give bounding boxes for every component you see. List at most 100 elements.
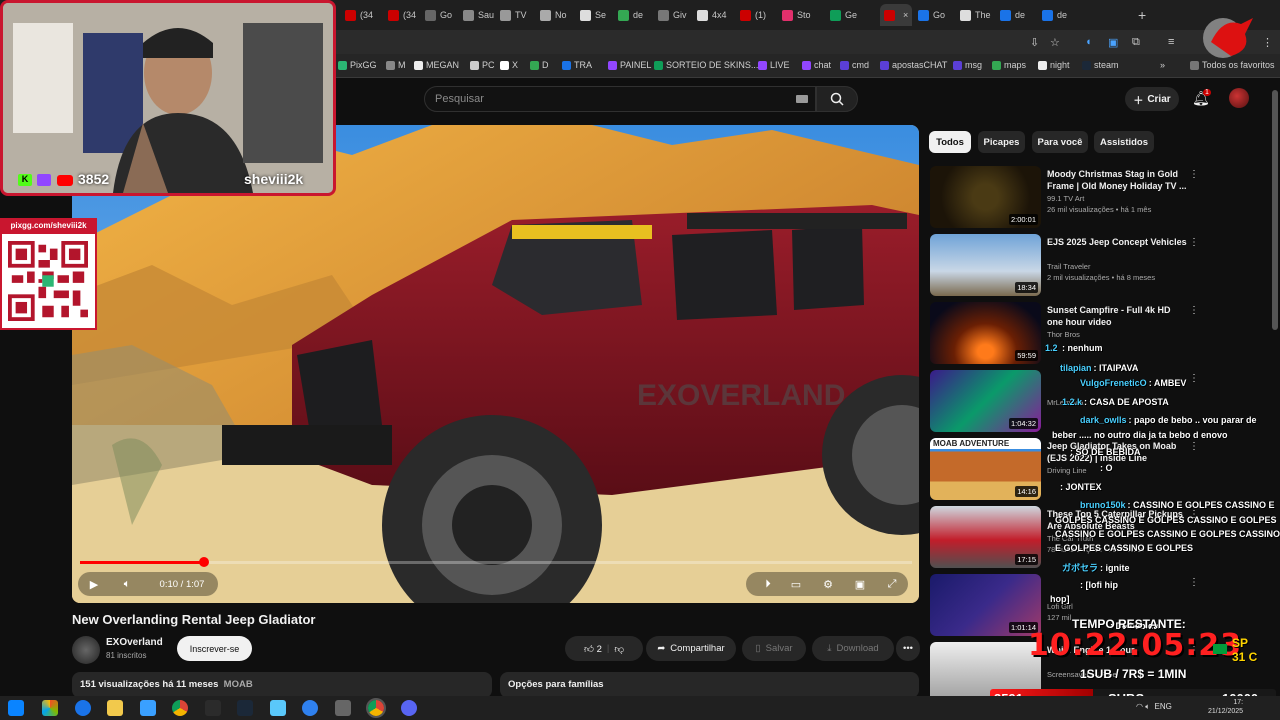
notepad-icon[interactable] bbox=[270, 700, 286, 716]
account-avatar[interactable] bbox=[1229, 88, 1249, 108]
browser-menu-icon[interactable]: ⋮ bbox=[1262, 36, 1273, 49]
browser-tab[interactable]: Ge bbox=[830, 4, 857, 26]
start-icon[interactable] bbox=[8, 700, 24, 716]
bookmark-star-icon[interactable]: ☆ bbox=[1050, 36, 1060, 49]
browser-tab[interactable]: (1) bbox=[740, 4, 766, 26]
chrome-icon[interactable] bbox=[172, 700, 188, 716]
browser-tab[interactable]: de bbox=[1000, 4, 1025, 26]
browser-tab[interactable]: No bbox=[540, 4, 567, 26]
recommendation-item[interactable]: 18:34 EJS 2025 Jeep Concept Vehicles Trail… bbox=[930, 234, 1270, 296]
recommendation-thumbnail[interactable]: 18:34 bbox=[930, 234, 1041, 296]
description-box[interactable]: 151 visualizações há 11 meses MOAB bbox=[72, 672, 492, 698]
browser-tab[interactable]: de bbox=[1042, 4, 1067, 26]
browser-tab[interactable]: Se bbox=[580, 4, 606, 26]
more-options-icon[interactable]: ⋮ bbox=[1189, 237, 1199, 248]
browser-tab[interactable]: de bbox=[618, 4, 643, 26]
extension-icon-2[interactable]: ▣ bbox=[1108, 36, 1118, 49]
bookmark-item[interactable]: LIVE bbox=[758, 60, 790, 70]
recommendation-thumbnail[interactable]: 1:01:14 bbox=[930, 574, 1041, 636]
create-button[interactable]: ＋ Criar bbox=[1125, 87, 1179, 111]
extensions-puzzle-icon[interactable]: ⧉ bbox=[1132, 36, 1140, 49]
dislike-icon[interactable]: 👎︎ bbox=[614, 643, 624, 655]
bookmark-item[interactable]: MEGAN bbox=[414, 60, 459, 70]
browser-tab[interactable]: The bbox=[960, 4, 991, 26]
browser-tab[interactable]: Go bbox=[425, 4, 452, 26]
bookmark-item[interactable]: X bbox=[500, 60, 518, 70]
browser-tab[interactable]: 4x4 bbox=[697, 4, 727, 26]
share-button[interactable]: ➦ Compartilhar bbox=[646, 636, 736, 661]
recommendation-thumbnail[interactable]: 2:00:01 bbox=[930, 166, 1041, 228]
chrome-active-icon[interactable] bbox=[366, 698, 386, 718]
settings-gear-icon[interactable]: ⚙ bbox=[818, 573, 838, 595]
more-actions-button[interactable]: ••• bbox=[896, 636, 920, 661]
recommendation-item[interactable]: 2:00:01 Moody Christmas Stag in Gold Fram… bbox=[930, 166, 1270, 228]
recommendation-thumbnail[interactable]: 17:15 bbox=[930, 506, 1041, 568]
bookmark-item[interactable]: SORTEIO DE SKINS... bbox=[654, 60, 758, 70]
browser-tab[interactable]: (34 bbox=[388, 4, 416, 26]
browser-tab[interactable]: × bbox=[880, 4, 913, 26]
browser-tab[interactable]: Giv bbox=[658, 4, 687, 26]
subscribe-button[interactable]: Inscrever-se bbox=[177, 636, 252, 661]
bookmark-item[interactable]: TRA bbox=[562, 60, 592, 70]
search-input[interactable]: Pesquisar bbox=[424, 86, 816, 112]
recommendation-thumbnail[interactable]: 1:04:32 bbox=[930, 370, 1041, 432]
bookmark-item[interactable]: PAINEL bbox=[608, 60, 651, 70]
copilot-icon[interactable] bbox=[42, 700, 58, 716]
autoplay-icon[interactable]: ⏵ bbox=[758, 573, 778, 595]
edge-icon[interactable] bbox=[75, 700, 91, 716]
chip-picapes[interactable]: Picapes bbox=[978, 131, 1025, 153]
bookmark-item[interactable]: chat bbox=[802, 60, 831, 70]
more-options-icon[interactable]: ⋮ bbox=[1189, 169, 1199, 180]
recommendation-thumbnail[interactable]: MOAB ADVENTURE 14:16 bbox=[930, 438, 1041, 500]
bookmark-item[interactable]: maps bbox=[992, 60, 1026, 70]
sidebar-scrollbar[interactable] bbox=[1272, 90, 1278, 330]
recommendation-thumbnail[interactable]: 59:59 bbox=[930, 302, 1041, 364]
new-tab-button[interactable]: + bbox=[1138, 4, 1146, 26]
keyboard-icon[interactable] bbox=[796, 95, 808, 103]
bookmark-item[interactable]: cmd bbox=[840, 60, 869, 70]
more-options-icon[interactable]: ⋮ bbox=[1189, 305, 1199, 316]
bookmark-item[interactable]: night bbox=[1038, 60, 1070, 70]
progress-scrubber[interactable] bbox=[199, 557, 209, 567]
bookmark-item[interactable]: steam bbox=[1082, 60, 1119, 70]
browser-tab[interactable]: TV bbox=[500, 4, 527, 26]
family-options-box[interactable]: Opções para famílias bbox=[500, 672, 919, 698]
bookmark-item[interactable]: M bbox=[386, 60, 406, 70]
video-player[interactable]: EXOVERLAND bbox=[72, 125, 919, 603]
volume-icon[interactable]: 🔈︎ bbox=[116, 573, 138, 595]
chip-para-voce[interactable]: Para você bbox=[1032, 131, 1088, 153]
browser-tab[interactable]: (34 bbox=[345, 4, 373, 26]
save-button[interactable]: ▯ Salvar bbox=[742, 636, 806, 661]
bookmark-item[interactable]: msg bbox=[953, 60, 982, 70]
file-explorer-icon[interactable] bbox=[107, 700, 123, 716]
like-button[interactable]: 👍︎ 2 bbox=[584, 643, 602, 655]
search-button[interactable] bbox=[816, 86, 858, 112]
chip-todos[interactable]: Todos bbox=[929, 131, 971, 153]
video-tag[interactable]: MOAB bbox=[224, 679, 253, 690]
miniplayer-icon[interactable]: ▣ bbox=[850, 573, 870, 595]
system-tray[interactable]: ◠ 🔈︎ ENG bbox=[1136, 702, 1172, 712]
browser-tab[interactable]: Go bbox=[918, 4, 945, 26]
bookmarks-more-button[interactable]: » bbox=[1160, 60, 1165, 70]
app-icon-1[interactable] bbox=[205, 700, 221, 716]
close-tab-icon[interactable]: × bbox=[903, 10, 908, 20]
fullscreen-icon[interactable]: ⤢ bbox=[882, 573, 902, 595]
media-icon[interactable]: ≡ bbox=[1168, 36, 1174, 48]
channel-name[interactable]: EXOverland bbox=[106, 637, 163, 648]
browser-tab[interactable]: Sto bbox=[782, 4, 811, 26]
bookmark-item[interactable]: D bbox=[530, 60, 549, 70]
taskbar-clock[interactable]: 17: 21/12/2025 bbox=[1208, 698, 1243, 716]
chip-assistidos[interactable]: Assistidos bbox=[1094, 131, 1154, 153]
store-icon[interactable] bbox=[140, 700, 156, 716]
bookmark-item[interactable]: PixGG bbox=[338, 60, 377, 70]
steam-icon[interactable] bbox=[237, 700, 253, 716]
extension-icon[interactable]: ◖ bbox=[1085, 36, 1092, 48]
calculator-icon[interactable] bbox=[335, 700, 351, 716]
download-button[interactable]: ⤓ Download bbox=[812, 636, 894, 661]
bookmark-item[interactable]: PC bbox=[470, 60, 495, 70]
browser-tab[interactable]: Sau bbox=[463, 4, 494, 26]
app-icon-2[interactable] bbox=[302, 700, 318, 716]
discord-icon[interactable] bbox=[401, 700, 417, 716]
play-icon[interactable]: ▶ bbox=[84, 573, 104, 595]
subtitles-icon[interactable]: ▭ bbox=[786, 573, 806, 595]
